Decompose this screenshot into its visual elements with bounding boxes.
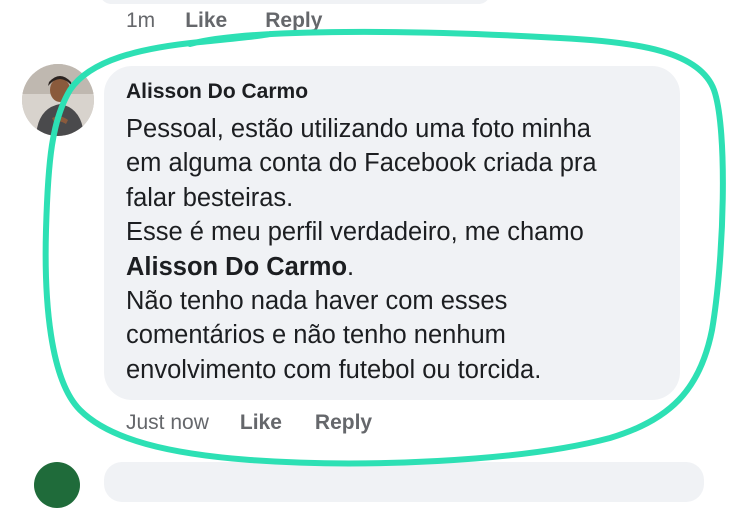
comment-text: Pessoal, estão utilizando uma foto minha… — [126, 112, 671, 387]
previous-comment-actions: 1m Like Reply — [126, 8, 360, 34]
comment-actions: Just now Like Reply — [126, 408, 405, 438]
avatar[interactable] — [22, 64, 94, 136]
previous-comment-reply-button[interactable]: Reply — [265, 9, 322, 33]
comment-timestamp[interactable]: Just now — [126, 411, 209, 435]
comment-text-line: Não tenho nada haver com esses — [126, 287, 508, 316]
previous-comment-timestamp: 1m — [126, 9, 156, 32]
next-comment-bubble — [104, 462, 704, 502]
avatar-photo — [22, 64, 94, 136]
previous-comment-like-button[interactable]: Like — [185, 9, 227, 33]
comment-bold-name: Alisson Do Carmo — [126, 252, 348, 281]
like-button[interactable]: Like — [240, 411, 282, 435]
comment-bold-suffix: . — [347, 252, 355, 281]
comment-text-line: Alisson Do Carmo. — [126, 250, 671, 284]
comment-text-line: falar besteiras. — [126, 183, 294, 212]
comment-text-line: Esse é meu perfil verdadeiro, me chamo — [126, 218, 584, 247]
comment-text-line: Pessoal, estão utilizando uma foto minha — [126, 115, 591, 143]
comment-text-line: em alguma conta do Facebook criada pra — [126, 149, 597, 178]
comment-text-line: envolvimento com futebol ou torcida. — [126, 355, 542, 384]
comment-author-name[interactable]: Alisson Do Carmo — [126, 79, 308, 105]
previous-comment-bubble — [100, 0, 490, 4]
reply-button[interactable]: Reply — [315, 411, 372, 435]
comment-text-line: comentários e não tenho nenhum — [126, 321, 506, 350]
